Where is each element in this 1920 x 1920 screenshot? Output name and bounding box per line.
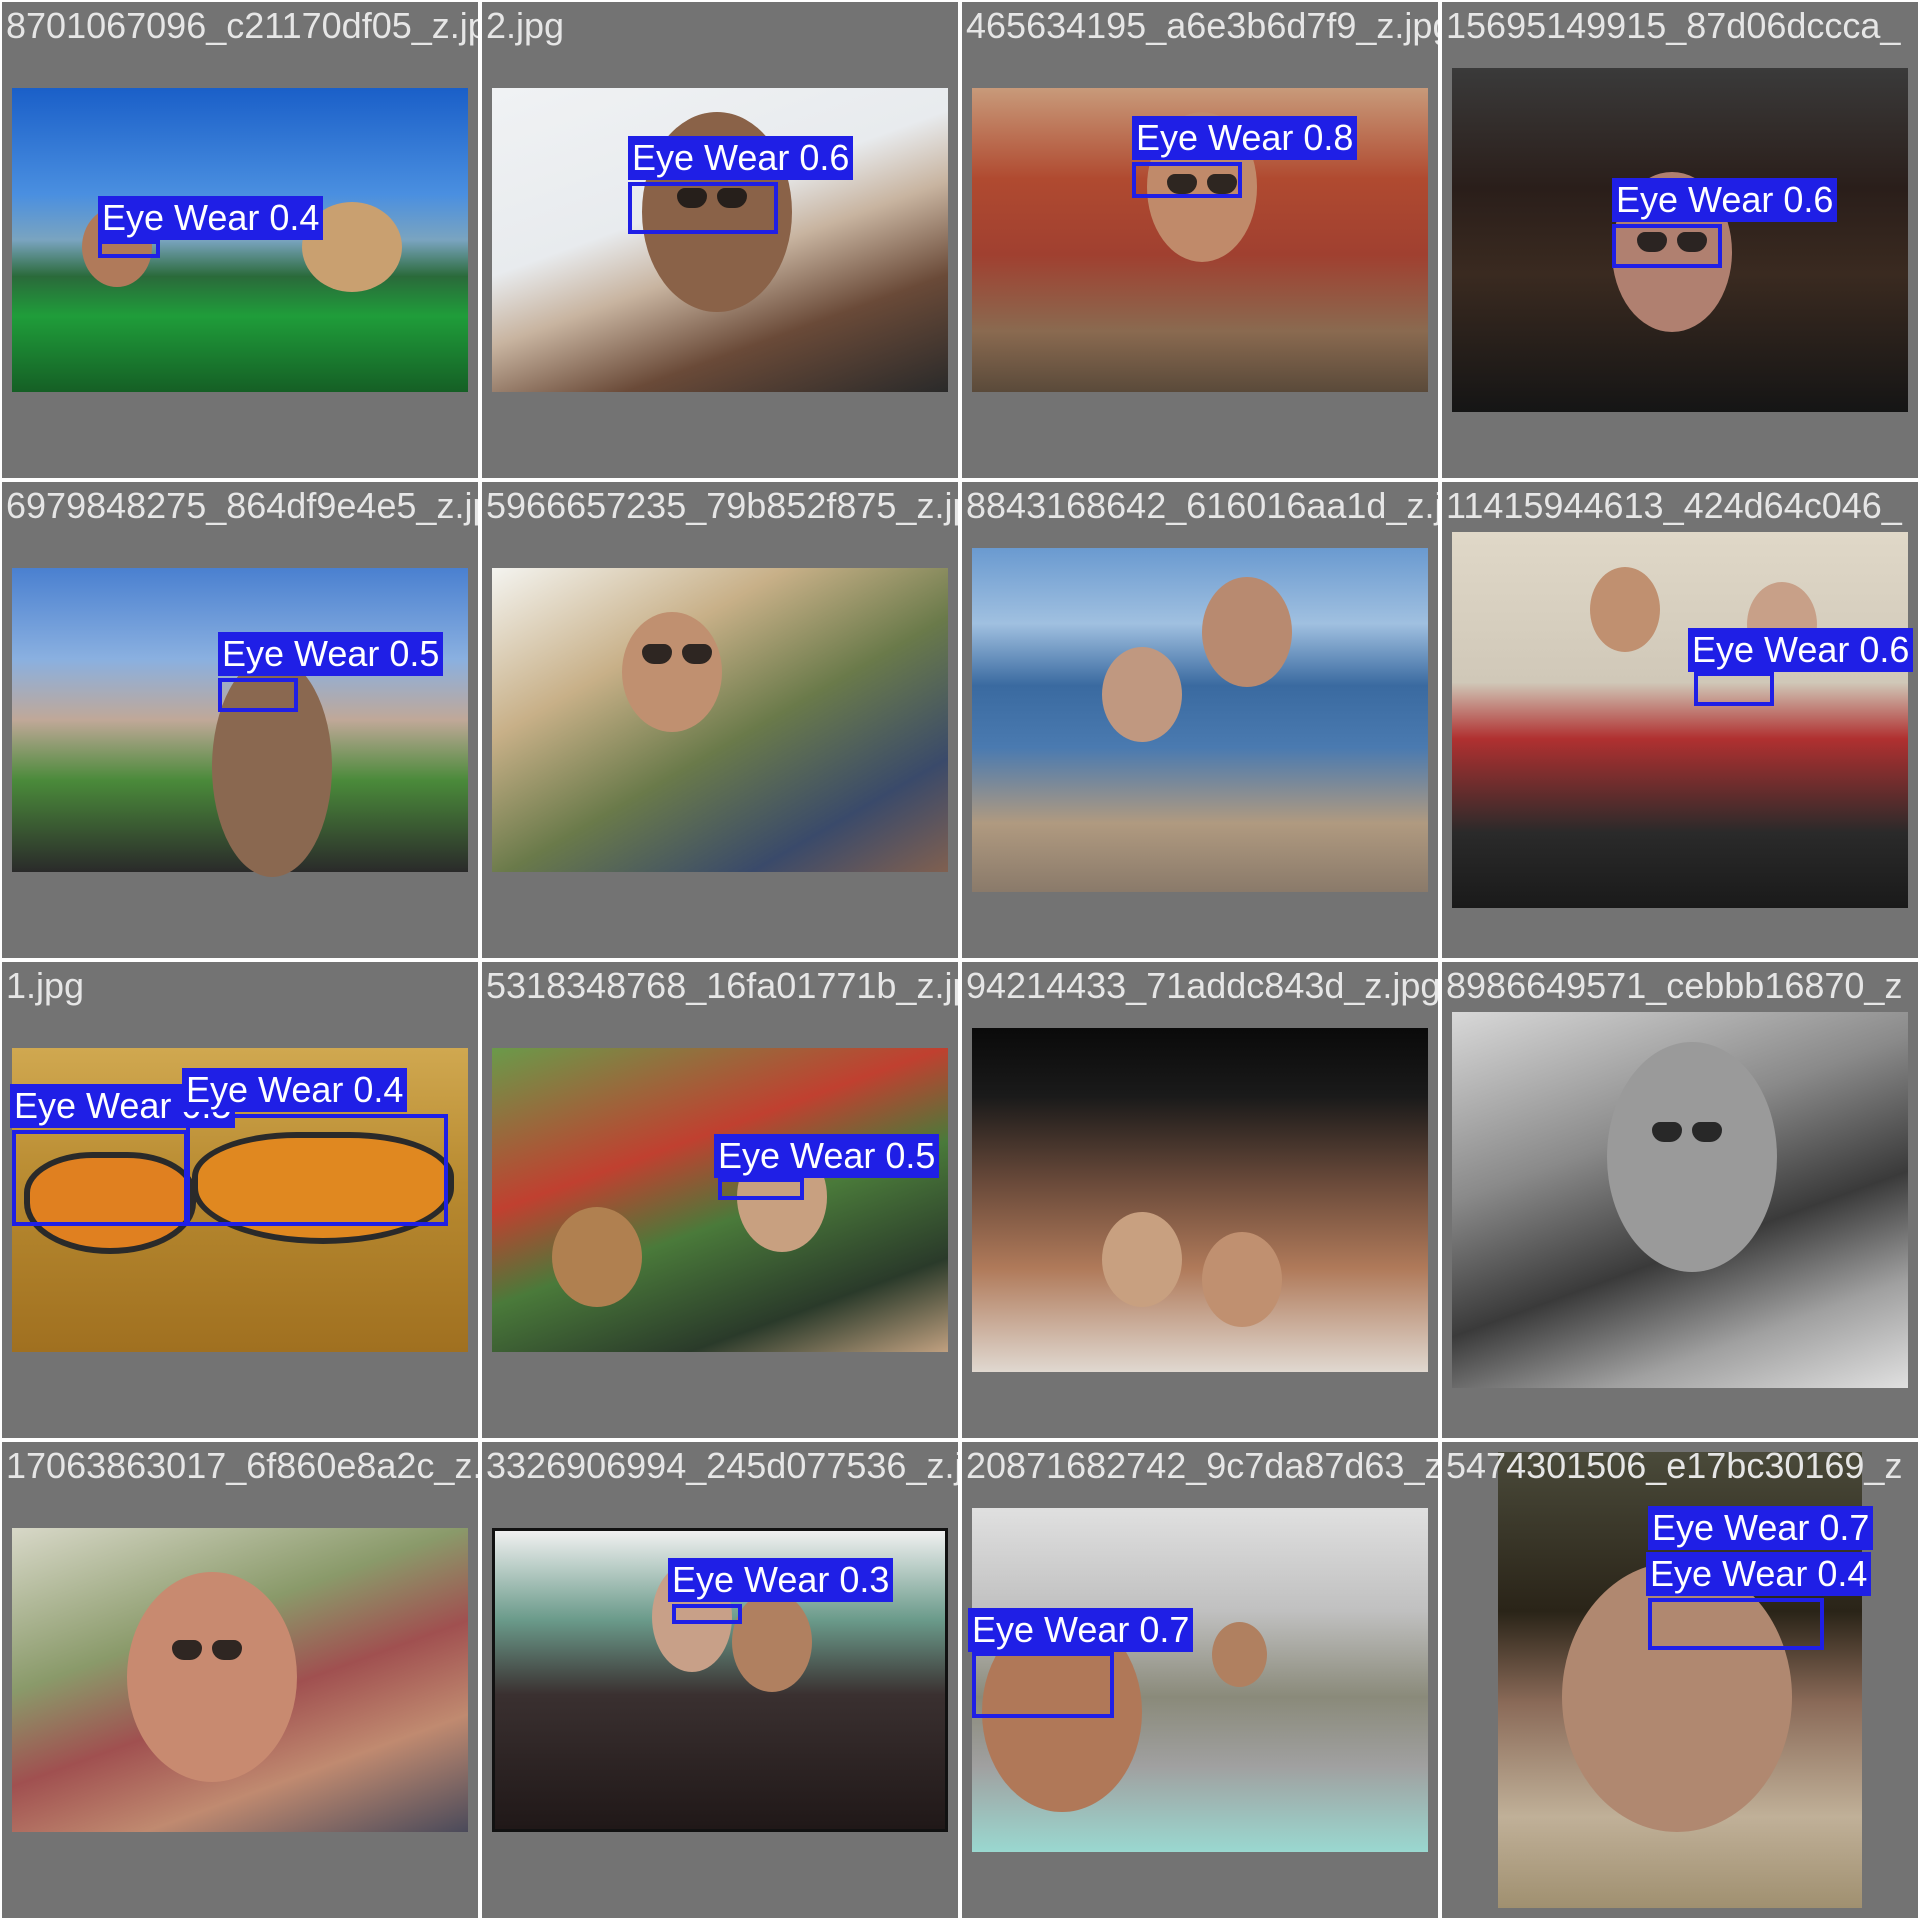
- bounding-box: [1612, 224, 1722, 268]
- grid-cell[interactable]: Eye Wear 0.3 3326906994_245d077536_z.jpg: [482, 1442, 958, 1918]
- grid-cell[interactable]: 8986649571_cebbb16870_z: [1442, 962, 1918, 1438]
- image-filename: 20871682742_9c7da87d63_z.jpg: [966, 1445, 1438, 1486]
- bounding-box: [1132, 162, 1242, 198]
- detection-label: Eye Wear 0.3: [668, 1558, 894, 1602]
- photo: [1452, 532, 1908, 908]
- bounding-box: [628, 182, 778, 234]
- detection-label: Eye Wear 0.6: [1688, 628, 1914, 672]
- image-filename: 8986649571_cebbb16870_z: [1446, 965, 1903, 1006]
- image-filename: 17063863017_6f860e8a2c_z.jpg: [6, 1445, 478, 1486]
- detection-label: Eye Wear 0.5: [714, 1134, 940, 1178]
- image-filename: 5474301506_e17bc30169_z: [1446, 1445, 1903, 1486]
- grid-cell[interactable]: Eye Wear 0.5 5318348768_16fa01771b_z.jpg: [482, 962, 958, 1438]
- grid-cell[interactable]: Eye Wear 0.6 2.jpg: [482, 2, 958, 478]
- bounding-box: [972, 1652, 1114, 1718]
- grid-cell[interactable]: 5966657235_79b852f875_z.jpg: [482, 482, 958, 958]
- photo: [492, 1048, 948, 1352]
- detection-label: Eye Wear 0.5: [218, 632, 444, 676]
- image-filename: 465634195_a6e3b6d7f9_z.jpg: [966, 5, 1438, 46]
- grid-cell[interactable]: Eye Wear 0.8 465634195_a6e3b6d7f9_z.jpg: [962, 2, 1438, 478]
- bounding-box: [718, 1178, 804, 1200]
- image-filename: 15695149915_87d06dccca_: [1446, 5, 1901, 46]
- detection-grid: Eye Wear 0.4 8701067096_c21170df05_z.jpg…: [0, 0, 1920, 1920]
- image-filename: 6979848275_864df9e4e5_z.jpg: [6, 485, 478, 526]
- sunglasses-icon: [642, 644, 712, 666]
- bounding-box: [186, 1114, 448, 1226]
- detection-label: Eye Wear 0.6: [1612, 178, 1838, 222]
- image-filename: 2.jpg: [486, 5, 565, 46]
- bounding-box: [98, 240, 160, 258]
- detection-label: Eye Wear 0.4: [182, 1068, 408, 1112]
- grid-cell[interactable]: Eye Wear 0.4 8701067096_c21170df05_z.jpg: [2, 2, 478, 478]
- detection-label: Eye Wear 0.6: [628, 136, 854, 180]
- grid-cell[interactable]: Eye Wear 0.6 15695149915_87d06dccca_: [1442, 2, 1918, 478]
- grid-cell[interactable]: Eye Wear 0.5 Eye Wear 0.4 1.jpg: [2, 962, 478, 1438]
- grid-cell[interactable]: 94214433_71addc843d_z.jpg: [962, 962, 1438, 1438]
- image-filename: 3326906994_245d077536_z.jpg: [486, 1445, 958, 1486]
- bounding-box: [12, 1130, 188, 1226]
- grid-cell[interactable]: Eye Wear 0.6 11415944613_424d64c046_: [1442, 482, 1918, 958]
- grid-cell[interactable]: 8843168642_616016aa1d_z.jpg: [962, 482, 1438, 958]
- bounding-box: [218, 678, 298, 712]
- detection-label: Eye Wear 0.4: [98, 196, 324, 240]
- image-filename: 1.jpg: [6, 965, 85, 1006]
- image-filename: 5318348768_16fa01771b_z.jpg: [486, 965, 958, 1006]
- photo: [972, 1028, 1428, 1372]
- detection-label: Eye Wear 0.8: [1132, 116, 1358, 160]
- bounding-box: [1648, 1598, 1824, 1650]
- detection-label: Eye Wear 0.7: [1648, 1506, 1874, 1550]
- sunglasses-icon: [172, 1640, 242, 1662]
- detection-label: Eye Wear 0.4: [1646, 1552, 1872, 1596]
- image-filename: 8701067096_c21170df05_z.jpg: [6, 5, 478, 46]
- grid-cell[interactable]: Eye Wear 0.7 20871682742_9c7da87d63_z.jp…: [962, 1442, 1438, 1918]
- photo: [492, 568, 948, 872]
- image-filename: 94214433_71addc843d_z.jpg: [966, 965, 1438, 1006]
- bounding-box: [672, 1604, 742, 1624]
- grid-cell[interactable]: 17063863017_6f860e8a2c_z.jpg: [2, 1442, 478, 1918]
- image-filename: 5966657235_79b852f875_z.jpg: [486, 485, 958, 526]
- photo: [972, 548, 1428, 892]
- detection-label: Eye Wear 0.7: [968, 1608, 1194, 1652]
- grid-cell[interactable]: Eye Wear 0.7 Eye Wear 0.4 5474301506_e17…: [1442, 1442, 1918, 1918]
- image-filename: 8843168642_616016aa1d_z.jpg: [966, 485, 1438, 526]
- grid-cell[interactable]: Eye Wear 0.5 6979848275_864df9e4e5_z.jpg: [2, 482, 478, 958]
- bounding-box: [1694, 672, 1774, 706]
- image-filename: 11415944613_424d64c046_: [1446, 485, 1902, 526]
- sunglasses-icon: [1652, 1122, 1722, 1144]
